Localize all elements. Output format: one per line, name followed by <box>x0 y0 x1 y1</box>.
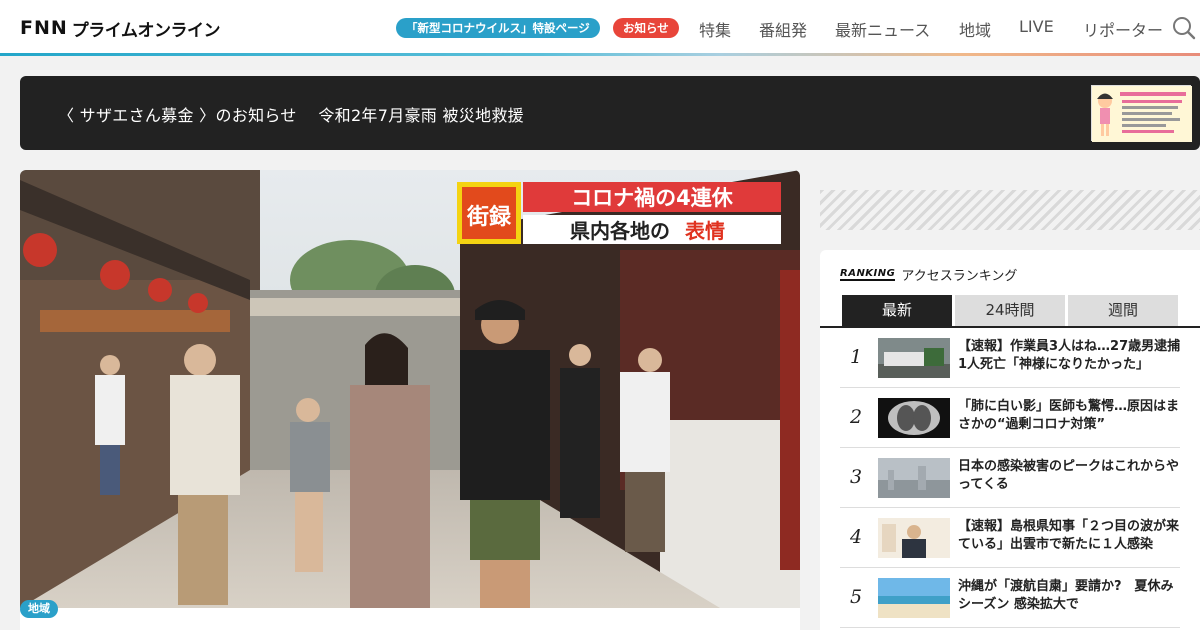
search-icon[interactable] <box>1172 16 1196 40</box>
nav-region[interactable]: 地域 <box>959 17 991 41</box>
site-logo[interactable]: FNN プライムオンライン <box>20 16 221 41</box>
rank-number: 5 <box>850 586 863 608</box>
nav-programs[interactable]: 番組発 <box>759 17 807 41</box>
ranking-item[interactable]: 3 日本の感染被害のピークはこれからやってくる <box>840 448 1180 508</box>
ranking-item[interactable]: 5 沖縄が「渡航自粛」要請か? 夏休みシーズン 感染拡大で <box>840 568 1180 628</box>
ranking-item-title: 「肺に白い影」医師も驚愕…原因はまさかの“過剰コロナ対策” <box>958 399 1180 432</box>
hero-overlay-highlight: 表情 <box>685 219 725 243</box>
ranking-label: RANKING <box>840 268 896 281</box>
hero-article[interactable]: 街録 コロナ禍の4連休 県内各地の 表情 <box>20 170 800 630</box>
rank-number: 2 <box>850 406 863 428</box>
ranking-item[interactable]: 2 「肺に白い影」医師も驚愕…原因はまさかの“過剰コロナ対策” <box>840 388 1180 448</box>
ranking-thumbnail <box>878 578 950 618</box>
ranking-thumbnail <box>878 518 950 558</box>
ranking-item-title: 【速報】作業員3人はね…27歳男逮捕 1人死亡「神様になりたかった」 <box>958 339 1194 372</box>
nav-feature[interactable]: 特集 <box>699 17 731 41</box>
rank-number: 3 <box>850 466 863 488</box>
tab-24h[interactable]: 24時間 <box>955 295 1065 326</box>
hero-overlay-sub: 県内各地の <box>570 219 670 243</box>
banner-text: 〈 サザエさん募金 〉のお知らせ 令和2年7月豪雨 被災地救援 <box>58 106 524 125</box>
banner-thumbnail <box>1091 85 1192 142</box>
ranking-header: RANKING アクセスランキング <box>840 265 1017 284</box>
tab-weekly[interactable]: 週間 <box>1068 295 1178 326</box>
ranking-title: アクセスランキング <box>901 269 1018 284</box>
logo-text: プライムオンライン <box>71 20 221 41</box>
nav-live[interactable]: LIVE <box>1019 17 1054 36</box>
notice-link[interactable]: お知らせ <box>613 18 679 38</box>
sazae-fund-banner[interactable]: 〈 サザエさん募金 〉のお知らせ 令和2年7月豪雨 被災地救援 <box>20 76 1200 150</box>
rank-number: 4 <box>850 526 863 548</box>
hero-overlay-title: コロナ禍の4連休 <box>571 186 734 210</box>
rank-number: 1 <box>850 346 863 368</box>
ranking-thumbnail <box>878 458 950 498</box>
hero-image: 街録 コロナ禍の4連休 県内各地の 表情 <box>20 170 800 608</box>
ad-placeholder <box>820 190 1200 230</box>
ranking-item[interactable]: 1 【速報】作業員3人はね…27歳男逮捕 1人死亡「神様になりたかった」 <box>840 328 1194 388</box>
hero-overlay-tag: 街録 <box>466 204 512 230</box>
site-header: FNN プライムオンライン 「新型コロナウイルス」特設ページ お知らせ 特集 番… <box>0 0 1200 56</box>
ranking-thumbnail <box>878 338 950 378</box>
ranking-item-title: 沖縄が「渡航自粛」要請か? 夏休みシーズン 感染拡大で <box>958 579 1174 612</box>
header-divider <box>0 53 1200 56</box>
ranking-item[interactable]: 4 【速報】島根県知事「２つ目の波が来ている」出雲市で新たに１人感染 <box>840 508 1180 568</box>
ranking-thumbnail <box>878 398 950 438</box>
tab-latest[interactable]: 最新 <box>842 295 952 326</box>
nav-latest-news[interactable]: 最新ニュース <box>835 17 930 41</box>
nav-reporter[interactable]: リポーター <box>1083 17 1163 41</box>
access-ranking-panel: RANKING アクセスランキング 最新 24時間 週間 1 【速報】作業員3人… <box>820 250 1200 630</box>
corona-special-page-link[interactable]: 「新型コロナウイルス」特設ページ <box>396 18 600 38</box>
ranking-item-title: 【速報】島根県知事「２つ目の波が来ている」出雲市で新たに１人感染 <box>958 519 1180 552</box>
ranking-item-title: 日本の感染被害のピークはこれからやってくる <box>958 459 1180 492</box>
logo-fnn: FNN <box>20 17 68 39</box>
category-badge[interactable]: 地域 <box>20 600 58 618</box>
